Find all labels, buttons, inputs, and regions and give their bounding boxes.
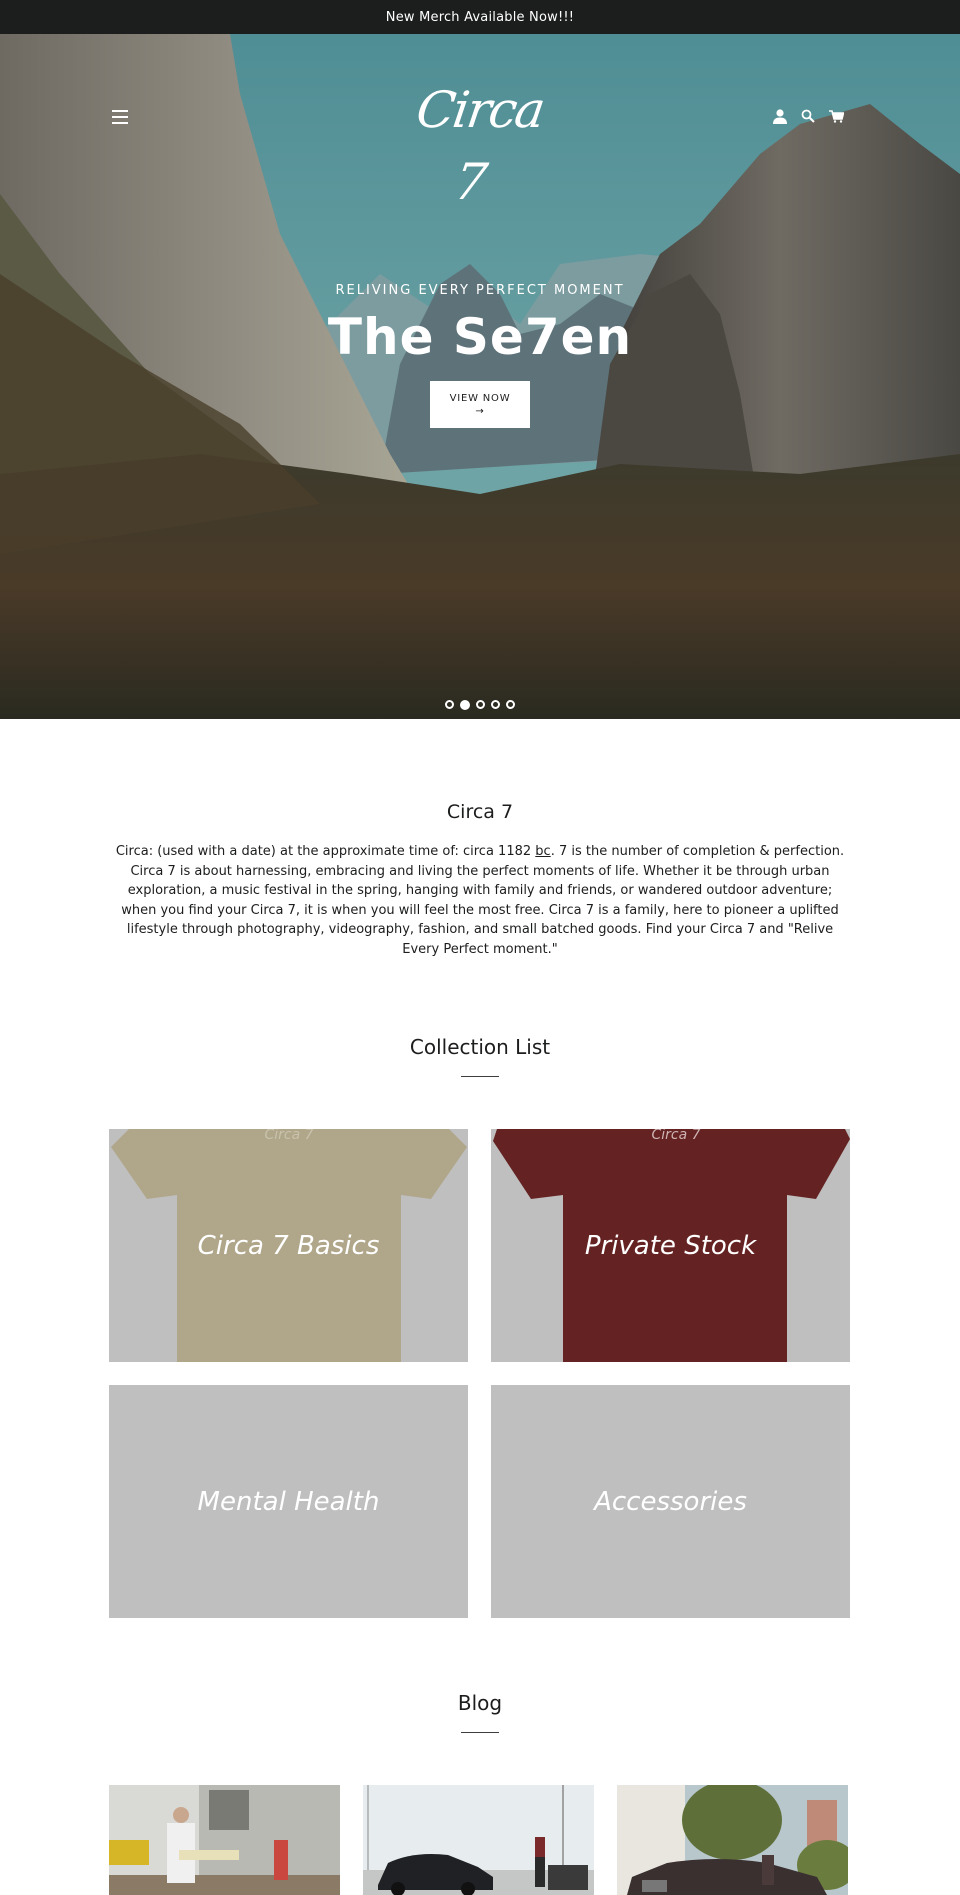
site-header: Circa 7: [0, 34, 960, 211]
title-divider: [461, 1076, 499, 1077]
blog-grid: [109, 1785, 960, 1895]
about-text-part: . 7 is the number of completion & perfec…: [121, 844, 845, 957]
collection-label: Circa 7 Basics: [197, 1230, 380, 1261]
svg-text:Circa 7: Circa 7: [264, 1129, 313, 1143]
menu-icon[interactable]: [112, 110, 128, 124]
collection-list-section: Collection List Circa 7 Circa 7 Basics C…: [0, 1035, 960, 1618]
account-icon[interactable]: [772, 108, 788, 124]
blog-section: Blog: [0, 1691, 960, 1895]
collection-tile-mental-health[interactable]: Mental Health: [109, 1385, 468, 1618]
view-now-button[interactable]: VIEW NOW →: [430, 381, 530, 428]
about-title: Circa 7: [446, 801, 514, 823]
blog-post-image: [617, 1785, 848, 1895]
announcement-text: New Merch Available Now!!!: [385, 9, 575, 25]
about-section: Circa 7 Circa: (used with a date) at the…: [0, 719, 960, 959]
blog-post-card[interactable]: [617, 1785, 848, 1895]
arrow-right-icon: →: [475, 406, 485, 417]
collection-tile-accessories[interactable]: Accessories: [491, 1385, 850, 1618]
about-text-part: Circa: (used with a date) at the approxi…: [115, 844, 536, 859]
logo[interactable]: Circa 7: [403, 74, 557, 211]
announcement-bar: New Merch Available Now!!!: [0, 0, 960, 34]
hero-content: RELIVING EVERY PERFECT MOMENT The Se7en …: [0, 283, 960, 428]
collection-tile-basics[interactable]: Circa 7 Circa 7 Basics: [109, 1129, 468, 1362]
blog-post-card[interactable]: [109, 1785, 340, 1895]
about-abbr: bc: [535, 844, 551, 859]
search-icon[interactable]: [800, 108, 816, 124]
collection-label: Mental Health: [197, 1486, 380, 1517]
slideshow-dots: [0, 700, 960, 710]
slide-dot-4[interactable]: [491, 700, 500, 709]
collection-list-title: Collection List: [409, 1035, 551, 1059]
header-actions: [772, 108, 844, 124]
collection-tile-private-stock[interactable]: Circa 7 Private Stock: [491, 1129, 850, 1362]
title-divider: [461, 1732, 499, 1733]
slide-dot-1[interactable]: [445, 700, 454, 709]
hero-slideshow: Circa 7 RELIVING EVERY PERFECT MOMENT Th…: [0, 34, 960, 719]
hero-title: The Se7en: [327, 308, 633, 366]
collection-grid: Circa 7 Circa 7 Basics Circa 7 Private S…: [109, 1129, 960, 1618]
slide-dot-2[interactable]: [460, 700, 470, 710]
blog-post-card[interactable]: [363, 1785, 594, 1895]
blog-title: Blog: [457, 1691, 503, 1715]
about-text: Circa: (used with a date) at the approxi…: [110, 842, 850, 959]
collection-label: Accessories: [594, 1486, 747, 1517]
svg-text:Circa 7: Circa 7: [651, 1129, 700, 1143]
blog-post-image: [109, 1785, 340, 1895]
cart-icon[interactable]: [828, 108, 844, 124]
blog-post-image: [363, 1785, 594, 1895]
hero-eyebrow: RELIVING EVERY PERFECT MOMENT: [335, 283, 625, 298]
collection-label: Private Stock: [584, 1230, 757, 1261]
slide-dot-3[interactable]: [476, 700, 485, 709]
slide-dot-5[interactable]: [506, 700, 515, 709]
view-now-label: VIEW NOW: [449, 393, 511, 404]
